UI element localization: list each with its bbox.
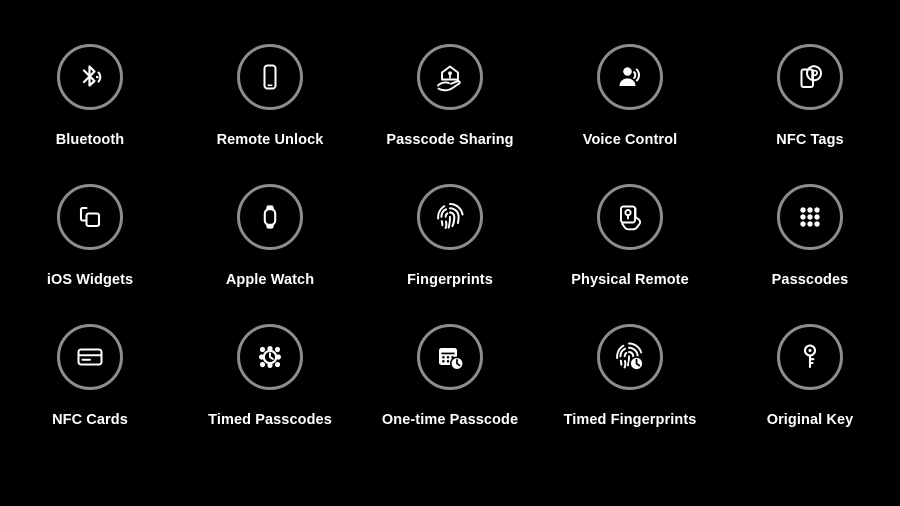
icon-circle <box>417 324 483 390</box>
icon-circle <box>237 184 303 250</box>
icon-circle <box>57 184 123 250</box>
credit-card-icon <box>73 340 107 374</box>
smartphone-icon <box>253 60 287 94</box>
feature-item-timed-fingerprints[interactable]: Timed Fingerprints <box>540 324 720 464</box>
icon-circle <box>597 184 663 250</box>
icon-circle <box>597 44 663 110</box>
nfc-tag-phone-icon <box>793 60 827 94</box>
icon-circle <box>57 324 123 390</box>
icon-circle <box>237 324 303 390</box>
feature-label: Passcode Sharing <box>386 132 514 148</box>
icon-circle <box>777 324 843 390</box>
feature-label: Physical Remote <box>571 272 689 288</box>
feature-label: NFC Tags <box>776 132 844 148</box>
feature-label: Fingerprints <box>407 272 493 288</box>
feature-label: Bluetooth <box>55 132 125 148</box>
remote-fob-hand-icon <box>613 200 647 234</box>
icon-circle <box>417 44 483 110</box>
icon-circle <box>237 44 303 110</box>
keypad-dots-icon <box>793 200 827 234</box>
fingerprint-clock-icon <box>612 339 648 375</box>
feature-label: Original Key <box>766 412 854 428</box>
feature-item-bluetooth[interactable]: Bluetooth <box>0 44 180 184</box>
fingerprint-icon <box>432 199 468 235</box>
feature-item-original-key[interactable]: Original Key <box>720 324 900 464</box>
feature-item-timed-passcodes[interactable]: Timed Passcodes <box>180 324 360 464</box>
bluetooth-icon <box>73 60 107 94</box>
person-voice-icon <box>613 60 647 94</box>
icon-circle <box>417 184 483 250</box>
feature-item-fingerprints[interactable]: Fingerprints <box>360 184 540 324</box>
feature-item-voice-control[interactable]: Voice Control <box>540 44 720 184</box>
feature-item-one-time-passcode[interactable]: One-time Passcode <box>360 324 540 464</box>
feature-label: NFC Cards <box>52 412 128 428</box>
feature-item-passcode-sharing[interactable]: Passcode Sharing <box>360 44 540 184</box>
keypad-clock-icon <box>253 340 287 374</box>
feature-label: Passcodes <box>771 272 849 288</box>
feature-item-remote-unlock[interactable]: Remote Unlock <box>180 44 360 184</box>
apple-watch-icon <box>253 200 287 234</box>
feature-item-nfc-cards[interactable]: NFC Cards <box>0 324 180 464</box>
feature-label: One-time Passcode <box>381 412 519 428</box>
feature-item-apple-watch[interactable]: Apple Watch <box>180 184 360 324</box>
feature-label: iOS Widgets <box>46 272 134 288</box>
icon-circle <box>777 184 843 250</box>
icon-circle <box>597 324 663 390</box>
feature-item-nfc-tags[interactable]: NFC Tags <box>720 44 900 184</box>
feature-label: Voice Control <box>582 132 678 148</box>
feature-label: Apple Watch <box>225 272 315 288</box>
feature-label: Timed Passcodes <box>208 412 332 428</box>
feature-item-physical-remote[interactable]: Physical Remote <box>540 184 720 324</box>
feature-item-passcodes[interactable]: Passcodes <box>720 184 900 324</box>
icon-circle <box>777 44 843 110</box>
icon-circle <box>57 44 123 110</box>
calendar-clock-icon <box>433 340 467 374</box>
feature-item-ios-widgets[interactable]: iOS Widgets <box>0 184 180 324</box>
house-on-hand-icon <box>432 59 468 95</box>
key-icon <box>793 340 827 374</box>
feature-icon-grid: Bluetooth Remote Unlock Passcode Sharing… <box>0 0 900 506</box>
feature-label: Remote Unlock <box>216 132 324 148</box>
feature-label: Timed Fingerprints <box>563 412 697 428</box>
widgets-squares-icon <box>73 200 107 234</box>
